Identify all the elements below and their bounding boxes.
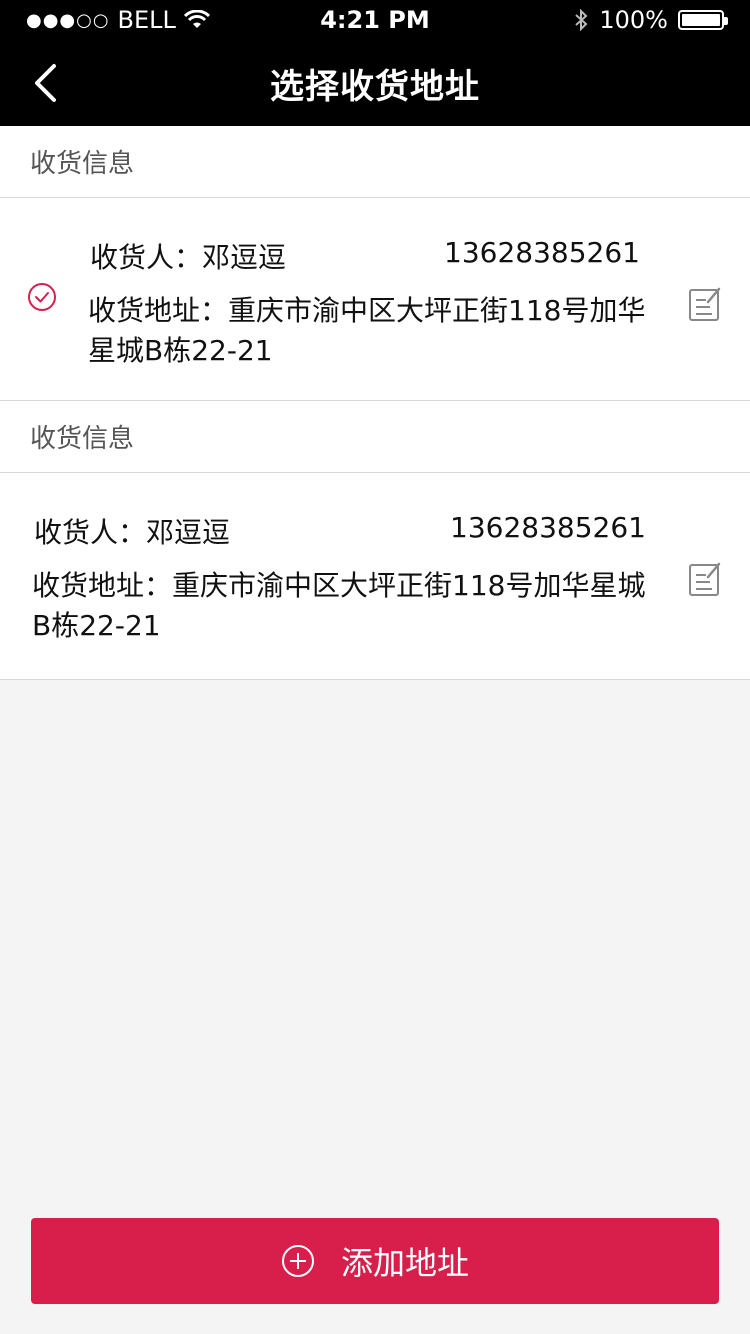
status-left: ●●●○○ BELL bbox=[26, 6, 210, 34]
chevron-left-icon bbox=[35, 64, 56, 102]
recipient-name: 收货人：邓逗逗 bbox=[90, 241, 287, 274]
section-header: 收货信息 bbox=[0, 126, 750, 198]
address-card-selected[interactable]: 收货人：邓逗逗 13628385261 收货地址：重庆市渝中区大坪正街118号加… bbox=[0, 198, 750, 401]
address-line-1: 收货地址：重庆市渝中区大坪正街118号加华星城 bbox=[32, 569, 646, 602]
address-line-2: B栋22-21 bbox=[32, 609, 161, 642]
add-address-button[interactable]: 添加地址 bbox=[31, 1218, 719, 1304]
address-line-1: 收货地址：重庆市渝中区大坪正街118号加华 bbox=[88, 294, 646, 327]
back-button[interactable] bbox=[22, 60, 68, 106]
address-card[interactable]: 收货人：邓逗逗 13628385261 收货地址：重庆市渝中区大坪正街118号加… bbox=[0, 473, 750, 680]
check-circle-icon[interactable] bbox=[27, 282, 57, 312]
address-line-2: 星城B栋22-21 bbox=[88, 334, 273, 367]
address-text: 收货地址：重庆市渝中区大坪正街118号加华星城 B栋22-21 bbox=[32, 566, 672, 646]
bluetooth-icon bbox=[575, 8, 588, 32]
navigation-bar: 选择收货地址 bbox=[0, 40, 750, 126]
battery-percent: 100% bbox=[599, 6, 668, 34]
add-address-label: 添加地址 bbox=[340, 1244, 469, 1282]
signal-strength-icon: ●●●○○ bbox=[26, 9, 110, 31]
carrier-name: BELL bbox=[117, 6, 176, 34]
edit-icon[interactable] bbox=[688, 561, 722, 597]
edit-icon[interactable] bbox=[688, 286, 722, 322]
recipient-phone: 13628385261 bbox=[450, 511, 646, 544]
recipient-row: 收货人：邓逗逗 13628385261 bbox=[34, 511, 646, 551]
recipient-row: 收货人：邓逗逗 13628385261 bbox=[90, 236, 640, 276]
status-bar: ●●●○○ BELL 4:21 PM 100% bbox=[0, 0, 750, 40]
battery-fill bbox=[682, 14, 720, 26]
battery-icon bbox=[678, 10, 728, 30]
status-right: 100% bbox=[573, 6, 728, 34]
address-list: 收货信息 收货人：邓逗逗 13628385261 收货地址：重庆市渝中区大坪正街… bbox=[0, 126, 750, 680]
section-header: 收货信息 bbox=[0, 401, 750, 473]
recipient-phone: 13628385261 bbox=[444, 236, 640, 269]
address-text: 收货地址：重庆市渝中区大坪正街118号加华 星城B栋22-21 bbox=[88, 291, 658, 371]
wifi-icon bbox=[183, 10, 210, 28]
plus-circle-icon bbox=[281, 1245, 314, 1277]
page-title: 选择收货地址 bbox=[270, 66, 480, 107]
recipient-name: 收货人：邓逗逗 bbox=[34, 516, 231, 549]
